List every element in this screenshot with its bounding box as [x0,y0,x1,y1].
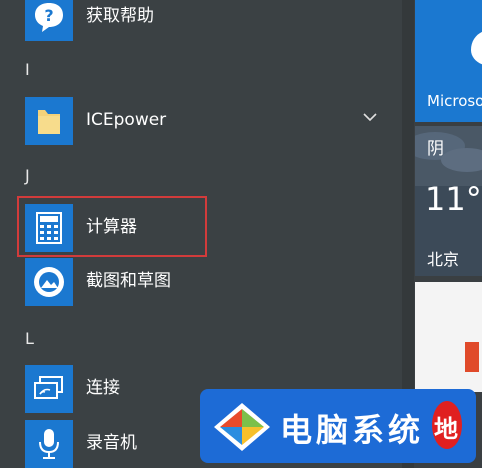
app-item-label: 录音机 [86,433,137,453]
help-chat-icon: ? [25,0,73,41]
app-item-label: 连接 [86,378,120,398]
folder-icon [25,97,73,145]
weather-city: 北京 [427,250,460,269]
chevron-down-icon[interactable] [361,108,379,126]
tile-microsoft-edge[interactable]: Microso [415,0,482,122]
highlight-frame [17,196,207,257]
tile-white[interactable] [415,282,482,392]
app-item-label: 获取帮助 [86,6,154,26]
watermark-badge-text: 地 [434,414,458,443]
watermark-badge: 地 [432,401,462,449]
watermark-logo: 电脑系统 地 [200,389,476,463]
watermark-text: 电脑系统 [280,411,425,449]
snip-sketch-icon [25,258,73,306]
app-item-get-help[interactable]: ? 获取帮助 [0,0,402,41]
section-letter-l[interactable]: L [25,329,34,349]
weather-condition: 阴 [427,139,444,159]
app-item-label: ICEpower [86,110,167,130]
weather-clouds-bg [415,126,482,186]
section-letter-i[interactable]: I [25,60,30,80]
app-item-label: 截图和草图 [86,271,171,291]
section-letter-j[interactable]: J [25,166,30,186]
edge-icon [471,31,482,65]
windows-logo-icon [214,403,270,451]
tile-weather[interactable]: 阴 11° 北京 [415,126,482,276]
microphone-icon [25,420,73,468]
start-menu: ? 获取帮助 I ICEpower J 计算器 截图和草图 L 连接 录音机 M… [0,0,482,468]
weather-temperature: 11° [425,180,482,218]
tile-label: Microso [427,92,482,110]
connect-icon [25,365,73,413]
tile-accent [465,342,479,372]
app-item-snip-sketch[interactable]: 截图和草图 [0,255,402,306]
svg-text:?: ? [44,6,53,25]
app-item-icepower[interactable]: ICEpower [0,94,402,145]
